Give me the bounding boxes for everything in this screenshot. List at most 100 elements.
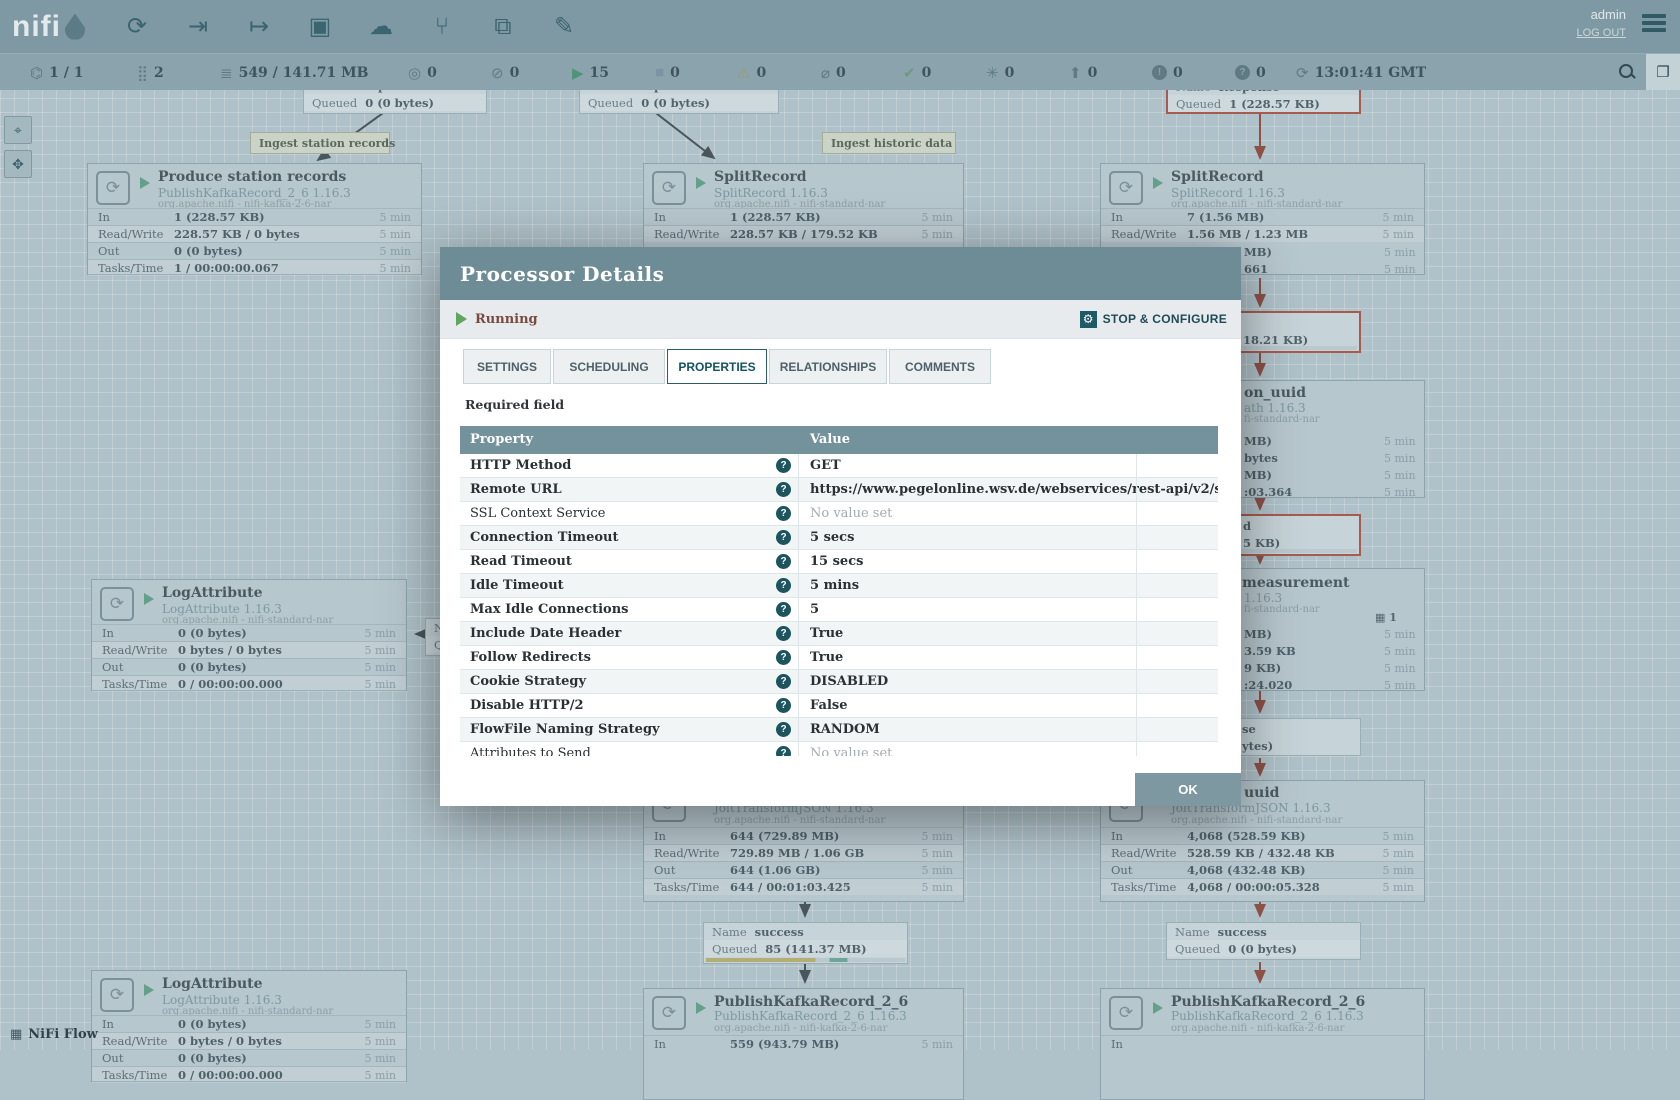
connection-row-value: 0 (0 bytes) <box>1228 942 1297 956</box>
tab-properties[interactable]: PROPERTIES <box>667 349 767 384</box>
canvas-label-1[interactable]: Ingest station records <box>250 132 390 154</box>
refresh-icon[interactable]: ⟳ <box>1296 64 1309 82</box>
processor-logattribute-mid[interactable]: ⟳LogAttributeLogAttribute 1.16.3org.apac… <box>91 579 407 691</box>
stat-fragment: on_uuid <box>1244 385 1306 401</box>
center-view-button[interactable]: ⌖ <box>4 116 32 144</box>
processor-name: LogAttribute <box>162 585 263 601</box>
stopped-icon: ■ <box>655 64 664 81</box>
processor-stat-row: Tasks/Time644 / 00:01:03.4255 min <box>644 878 963 895</box>
connection-row: Queued85 (141.37 MB) <box>704 940 907 957</box>
help-icon[interactable]: ? <box>776 746 791 756</box>
properties-table: Property Value HTTP Method?GETRemote URL… <box>460 426 1218 756</box>
refresh-status[interactable]: ⟳ 13:01:41 GMT <box>1296 54 1426 91</box>
help-icon[interactable]: ? <box>776 602 791 617</box>
ok-button[interactable]: OK <box>1135 773 1241 806</box>
property-row: Disable HTTP/2? False <box>460 694 1218 718</box>
stat-window: 5 min <box>364 661 396 674</box>
connection-conn-success-right[interactable]: NamesuccessQueued0 (0 bytes) <box>1166 922 1361 960</box>
connection-row: Queued0 (0 bytes) <box>580 94 778 111</box>
disabled-count: 0 <box>836 65 846 81</box>
input-port-icon[interactable]: ⇥ <box>180 9 216 45</box>
connection-conn-success-mid[interactable]: NamesuccessQueued85 (141.37 MB) <box>703 922 908 964</box>
connection-row-value: success <box>1218 925 1267 939</box>
processor-icon[interactable]: ⟳ <box>119 9 155 45</box>
stat-label: Tasks/Time <box>98 261 174 275</box>
operate-panel-button[interactable]: ❐ <box>1646 54 1680 90</box>
property-column-header: Property <box>470 432 533 447</box>
connection-fragment: se <box>1242 722 1256 736</box>
help-icon[interactable]: ? <box>776 722 791 737</box>
status-active-threads: ⣿2 <box>137 54 164 91</box>
help-icon[interactable]: ? <box>776 530 791 545</box>
logout-link[interactable]: LOG OUT <box>1576 27 1626 39</box>
processor-stat-row: Read/Write1.56 MB / 1.23 MB5 min <box>1101 225 1424 242</box>
property-name: HTTP Method <box>470 458 571 473</box>
processor-type: PublishKafkaRecord_2_6 1.16.3 <box>714 1009 907 1023</box>
property-name: Remote URL <box>470 482 562 497</box>
stat-value: 729.89 MB / 1.06 GB <box>730 846 864 860</box>
connection-fragment: d <box>1243 519 1251 533</box>
stat-window: 5 min <box>921 864 953 877</box>
stat-label: In <box>102 626 178 640</box>
stat-fragment: 5 min <box>1384 662 1416 675</box>
stat-label: In <box>102 1017 178 1031</box>
pan-tool-button[interactable]: ✥ <box>4 150 32 178</box>
stat-value: 0 (0 bytes) <box>178 660 247 674</box>
stat-fragment: :03.364 <box>1244 485 1292 499</box>
stat-fragment: 3.59 KB <box>1244 644 1296 658</box>
status-not-transmitting: ⊘0 <box>491 54 519 91</box>
queued-count: 549 / 141.71 MB <box>239 65 369 81</box>
stat-value: 1.56 MB / 1.23 MB <box>1187 227 1308 241</box>
stat-window: 5 min <box>379 245 411 258</box>
global-menu-button[interactable] <box>1642 11 1666 35</box>
process-group-icon[interactable]: ▣ <box>302 9 338 45</box>
property-value: False <box>810 698 847 713</box>
running-icon: ▶ <box>572 64 584 82</box>
canvas-label-2[interactable]: Ingest historic data <box>822 132 956 154</box>
help-icon[interactable]: ? <box>776 674 791 689</box>
stop-and-configure-button[interactable]: ⚙ STOP & CONFIGURE <box>1080 311 1227 328</box>
active-threads-icon: ⣿ <box>137 64 148 82</box>
processor-publishkafka-right[interactable]: ⟳PublishKafkaRecord_2_6PublishKafkaRecor… <box>1100 988 1425 1100</box>
stat-label: Out <box>654 863 730 877</box>
help-icon[interactable]: ? <box>776 698 791 713</box>
tab-settings[interactable]: SETTINGS <box>463 349 551 384</box>
funnel-icon[interactable]: ⑂ <box>424 9 460 45</box>
tab-scheduling[interactable]: SCHEDULING <box>553 349 665 384</box>
stat-fragment: 9 KB) <box>1244 661 1281 675</box>
label-icon[interactable]: ✎ <box>546 9 582 45</box>
property-row: Attributes to Send?No value set <box>460 742 1218 756</box>
remote-process-group-icon[interactable]: ☁ <box>363 9 399 45</box>
processor-logattribute-bottom[interactable]: ⟳LogAttributeLogAttribute 1.16.3org.apac… <box>91 970 407 1082</box>
property-name: Include Date Header <box>470 626 621 641</box>
search-icon[interactable] <box>1618 63 1636 81</box>
stat-fragment: 5 min <box>1384 679 1416 692</box>
connected-nodes-icon: ⌬ <box>30 64 43 82</box>
help-icon[interactable]: ? <box>776 650 791 665</box>
help-icon[interactable]: ? <box>776 626 791 641</box>
processor-name: LogAttribute <box>162 976 263 992</box>
stat-fragment: uuid <box>1244 785 1279 801</box>
output-port-icon[interactable]: ↦ <box>241 9 277 45</box>
help-icon[interactable]: ? <box>776 506 791 521</box>
help-icon[interactable]: ? <box>776 554 791 569</box>
current-user-label: admin <box>1576 7 1626 22</box>
help-icon[interactable]: ? <box>776 482 791 497</box>
help-icon[interactable]: ? <box>776 458 791 473</box>
processor-type: LogAttribute 1.16.3 <box>162 602 282 616</box>
breadcrumb[interactable]: ▦ NiFi Flow <box>10 1027 98 1042</box>
running-state-icon <box>696 177 706 189</box>
stat-window: 5 min <box>1382 228 1414 241</box>
template-icon[interactable]: ⧉ <box>485 9 521 45</box>
stat-label: In <box>654 1037 730 1051</box>
processor-stat-row: Tasks/Time4,068 / 00:00:05.3285 min <box>1101 878 1424 895</box>
tab-relationships[interactable]: RELATIONSHIPS <box>769 349 887 384</box>
processor-produce-station-records[interactable]: ⟳Produce station recordsPublishKafkaReco… <box>87 163 422 275</box>
processor-stat-row: In559 (943.79 MB)5 min <box>644 1035 963 1052</box>
status-queued: ≣549 / 141.71 MB <box>220 54 368 91</box>
stat-value: 0 (0 bytes) <box>178 1017 247 1031</box>
property-name: Disable HTTP/2 <box>470 698 584 713</box>
help-icon[interactable]: ? <box>776 578 791 593</box>
tab-comments[interactable]: COMMENTS <box>889 349 991 384</box>
processor-publishkafka-mid[interactable]: ⟳PublishKafkaRecord_2_6PublishKafkaRecor… <box>643 988 964 1100</box>
